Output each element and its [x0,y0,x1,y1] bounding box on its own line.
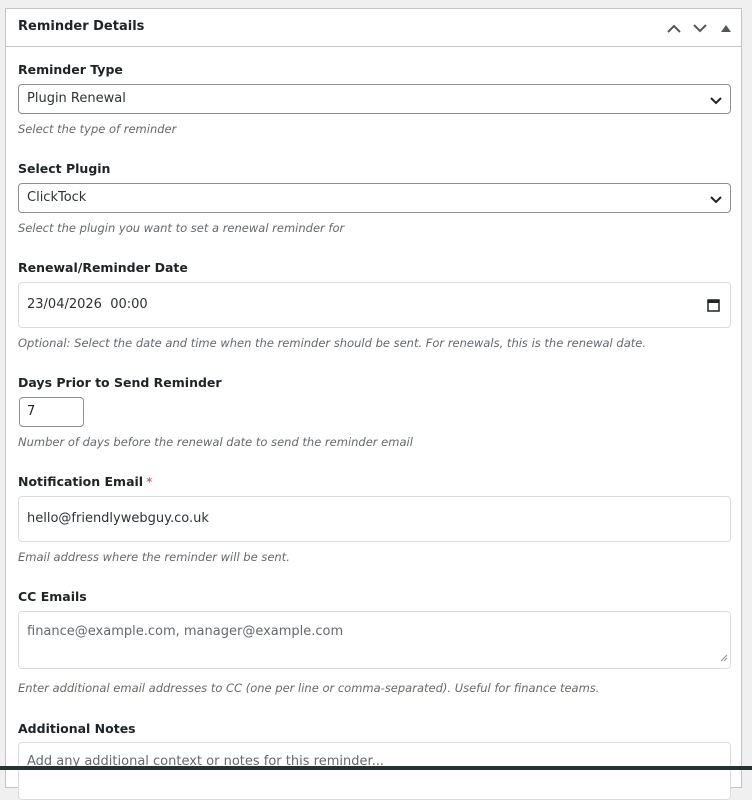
reminder-type-description: Select the type of reminder [18,122,177,136]
bottom-edge-strip [0,766,752,770]
reminder-date-description: Optional: Select the date and time when … [18,336,646,350]
notification-email-value: hello@friendlywebguy.co.uk [27,511,209,526]
chevron-down-icon [710,94,722,109]
notification-email-input[interactable]: hello@friendlywebguy.co.uk [18,496,731,542]
select-plugin-label: Select Plugin [18,161,111,176]
notification-email-label-text: Notification Email [18,474,144,489]
chevron-up-icon[interactable] [661,15,687,41]
additional-notes-textarea[interactable]: Add any additional context or notes for … [18,742,731,800]
days-prior-label: Days Prior to Send Reminder [18,375,222,390]
chevron-down-icon [710,193,722,208]
calendar-icon[interactable] [707,298,720,316]
select-plugin-description: Select the plugin you want to set a rene… [18,221,345,235]
notification-email-description: Email address where the reminder will be… [18,550,290,564]
resize-grip-icon[interactable] [720,651,728,666]
panel-header: Reminder Details [6,9,741,47]
panel-handle-actions [661,15,739,41]
select-plugin-select[interactable]: ClickTock [18,183,731,213]
cc-emails-textarea[interactable]: finance@example.com, manager@example.com [18,611,731,669]
reminder-type-select[interactable]: Plugin Renewal [18,84,731,114]
reminder-date-input[interactable]: 23/04/2026 00:00 [18,282,731,328]
reminder-type-label: Reminder Type [18,62,123,77]
reminder-date-value: 23/04/2026 00:00 [27,297,148,312]
required-marker: * [146,474,153,489]
chevron-down-icon[interactable] [687,15,713,41]
triangle-up-icon[interactable] [713,15,739,41]
days-prior-input[interactable]: 7 [19,397,84,427]
days-prior-value: 7 [27,404,36,419]
reminder-type-value: Plugin Renewal [27,91,126,106]
cc-emails-description: Enter additional email addresses to CC (… [18,681,600,695]
reminder-details-panel: Reminder Details Reminder Type Plugin Re… [5,8,742,800]
additional-notes-label: Additional Notes [18,721,136,736]
panel-title: Reminder Details [18,19,145,34]
days-prior-description: Number of days before the renewal date t… [18,435,413,449]
cc-emails-placeholder: finance@example.com, manager@example.com [27,624,344,639]
cc-emails-label: CC Emails [18,589,87,604]
notification-email-label: Notification Email * [18,474,152,489]
select-plugin-value: ClickTock [27,190,87,205]
reminder-date-label: Renewal/Reminder Date [18,260,188,275]
